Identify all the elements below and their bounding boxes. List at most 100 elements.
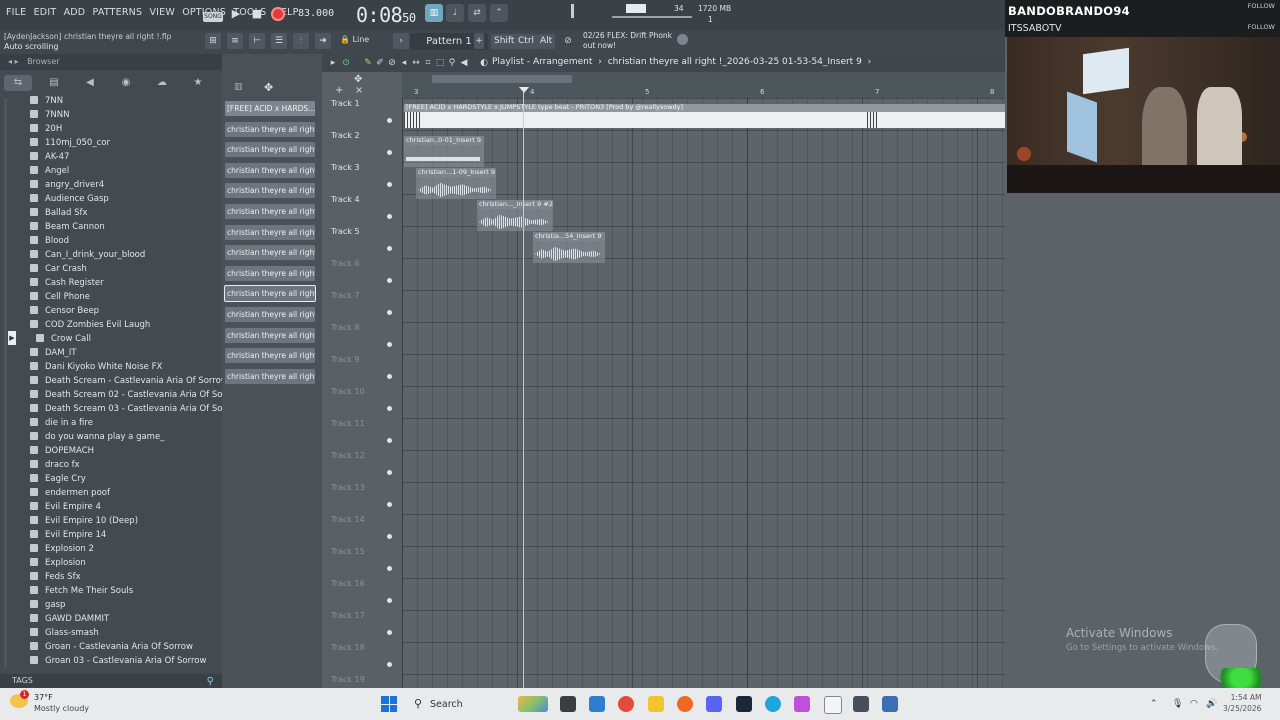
wifi-icon[interactable]: ◠ (1190, 699, 1198, 709)
browser-item[interactable]: endermen poof (30, 486, 110, 500)
channel-button[interactable]: christian theyre all right !... (225, 224, 315, 240)
channel-button[interactable]: christian theyre all right !... (224, 285, 316, 303)
track-mute-dot[interactable] (387, 534, 392, 539)
track-label[interactable]: Track 9 (331, 355, 360, 364)
browser-item[interactable]: Censor Beep (30, 304, 99, 318)
channel-button[interactable]: christian theyre all right !... (225, 327, 315, 343)
track-label[interactable]: Track 15 (331, 547, 365, 556)
track-label[interactable]: Track 4 (331, 195, 360, 204)
song-mode-toggle[interactable]: SONG (203, 12, 223, 22)
track-mute-dot[interactable] (387, 342, 392, 347)
browser-item[interactable]: Glass-smash (30, 626, 99, 640)
browser-item[interactable]: Evil Empire 10 (Deep) (30, 514, 138, 528)
wait-input-icon[interactable]: ⇄ (468, 4, 486, 22)
track-mute-dot[interactable] (387, 246, 392, 251)
online-icon[interactable] (677, 34, 688, 45)
track-label[interactable]: Track 1 (331, 99, 360, 108)
browser-item[interactable]: die in a fire (30, 416, 93, 430)
clip-insert-2[interactable]: christian...1-09_Insert 9 (416, 168, 496, 199)
browser-item[interactable]: 20H (30, 122, 62, 136)
track-label[interactable]: Track 11 (331, 419, 365, 428)
piano-roll-icon[interactable]: ⊢ (249, 33, 265, 49)
channel-button[interactable]: christian theyre all right !... (225, 307, 315, 322)
track-label[interactable]: Track 16 (331, 579, 365, 588)
countdown-icon[interactable]: ⌃ (490, 4, 508, 22)
chrome-icon[interactable] (618, 696, 634, 712)
track-label[interactable]: Track 12 (331, 451, 365, 460)
browser-item[interactable]: 7NN (30, 94, 63, 108)
play-preview-icon[interactable]: ▶ (8, 331, 16, 345)
browser-item[interactable]: GAWD DAMMIT (30, 612, 109, 626)
browser-item[interactable]: Feds Sfx (30, 570, 81, 584)
channel-button[interactable]: christian theyre all right !... (225, 348, 315, 364)
record-button[interactable] (271, 7, 285, 21)
channel-button[interactable]: christian theyre all right !... (225, 265, 315, 281)
weather-temp[interactable]: 37°F (34, 693, 53, 702)
browser-item[interactable]: Evil Empire 14 (30, 528, 106, 542)
search-icon[interactable]: ⚲ (207, 675, 214, 689)
track-mute-dot[interactable] (387, 406, 392, 411)
menu-view[interactable]: VIEW (149, 7, 175, 18)
add-pattern-icon[interactable]: + (474, 33, 484, 49)
track-mute-dot[interactable] (387, 502, 392, 507)
browser-item[interactable]: Groan - Castlevania Aria Of Sorrow (30, 640, 193, 654)
master-pitch-icon[interactable] (571, 4, 574, 18)
pencil-icon[interactable]: ✎ (362, 57, 374, 69)
browser-item[interactable]: Car Crash (30, 262, 87, 276)
magnet-icon[interactable]: ⊙ (340, 57, 352, 69)
track-mute-dot[interactable] (387, 630, 392, 635)
channel-button[interactable]: christian theyre all right !... (225, 183, 315, 199)
shift-key[interactable]: Shift (491, 34, 518, 49)
weather-desc[interactable]: Mostly cloudy (34, 704, 89, 713)
slice-icon[interactable]: ⌗ (422, 57, 434, 69)
zoom-icon[interactable]: ⚲ (446, 57, 458, 69)
track-label[interactable]: Track 10 (331, 387, 365, 396)
browser-item[interactable]: Beam Cannon (30, 220, 105, 234)
browser-item[interactable]: DAM_IT (30, 346, 77, 360)
playlist-icon[interactable]: ☰ (271, 33, 287, 49)
browser-item[interactable]: Eagle Cry (30, 472, 86, 486)
files-tab-icon[interactable]: ▤ (40, 75, 68, 91)
pattern-arrow-icon[interactable]: › (393, 33, 409, 49)
track-mute-dot[interactable] (387, 598, 392, 603)
track-label[interactable]: Track 13 (331, 483, 365, 492)
stop-icon[interactable]: ■ (250, 7, 264, 21)
tempo-display[interactable]: 83.000 (298, 8, 334, 19)
fl-studio-icon[interactable] (677, 696, 693, 712)
horizontal-scrollbar[interactable] (432, 75, 572, 83)
browser-item[interactable]: Fetch Me Their Souls (30, 584, 133, 598)
track-mute-dot[interactable] (387, 374, 392, 379)
time-display[interactable]: 0:0850 (356, 3, 416, 27)
playhead-marker[interactable] (519, 87, 529, 93)
news-icon[interactable]: ⊘ (560, 33, 576, 49)
taskbar-clock[interactable]: 1:54 AM 3/25/2026 (1223, 692, 1261, 714)
mic-icon[interactable]: 🎙 (1172, 699, 1183, 709)
browser-item[interactable]: 7NNN (30, 108, 69, 122)
taskbar-search[interactable]: ⚲ Search (406, 693, 556, 715)
track-label[interactable]: Track 18 (331, 643, 365, 652)
clip-insert-3[interactable]: christian..._Insert 9 #2 (477, 200, 553, 231)
browser-item[interactable]: Death Scream - Castlevania Aria Of Sorro… (30, 374, 222, 388)
paint-icon[interactable]: ✐ (374, 57, 386, 69)
copilot-icon[interactable] (794, 696, 810, 712)
news-ticker[interactable]: 02/26 FLEX: Drift Phonk out now! (583, 31, 672, 51)
steam-icon[interactable] (736, 696, 752, 712)
browser-item[interactable]: Cash Register (30, 276, 104, 290)
master-slider[interactable] (612, 16, 692, 18)
clip-insert-1[interactable]: christian..0-01_Insert 9 (404, 136, 484, 167)
tray-chevron-icon[interactable]: ⌃ (1150, 699, 1158, 709)
channel-button[interactable]: [FREE] ACID x HARDS... (225, 101, 315, 116)
game-icon[interactable] (853, 696, 869, 712)
browser-scrollbar[interactable] (4, 98, 7, 668)
browser-item[interactable]: do you wanna play a game_ (30, 430, 164, 444)
all-tab-icon[interactable]: ⇆ (4, 75, 32, 91)
arrangement-grid[interactable]: [FREE] ACID x HARDSTYLE x JUMPSTYLE type… (402, 98, 1007, 688)
favorites-tab-icon[interactable]: ★ (184, 75, 212, 91)
slip-icon[interactable]: ↔ (410, 57, 422, 69)
browser-item[interactable]: 110mj_050_cor (30, 136, 110, 150)
clip-insert-4[interactable]: christia...54_Insert 9 (533, 232, 605, 263)
browser-item[interactable]: angry_driver4 (30, 178, 104, 192)
task-view-icon[interactable] (560, 696, 576, 712)
menu-add[interactable]: ADD (64, 7, 86, 18)
browser-item[interactable]: Ballad Sfx (30, 206, 88, 220)
